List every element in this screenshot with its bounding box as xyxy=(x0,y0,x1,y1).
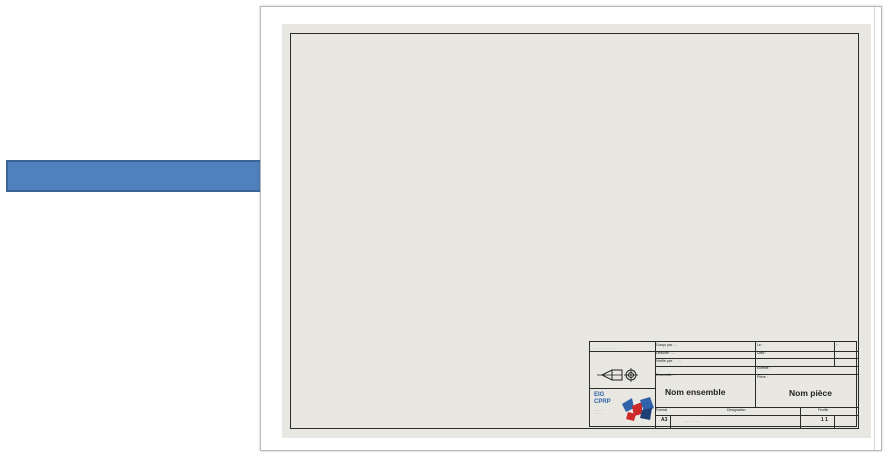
assembly-name[interactable]: Nom ensemble xyxy=(665,388,725,397)
header-text: ··· ······ ·········· · · xyxy=(592,346,619,350)
date-top-label: Le : xyxy=(757,343,763,347)
sheet-value: 1 1 xyxy=(821,417,828,423)
designer-field-label: Conçu par : xyxy=(656,343,675,347)
part-field-label: Pièce : xyxy=(757,375,768,379)
format-value: A3 xyxy=(661,417,668,423)
checker-field-label: Vérifié par : xyxy=(656,359,674,363)
assembly-field-label: Ensemble : xyxy=(656,373,674,377)
logo-line-2: CPRP xyxy=(594,399,611,405)
logo-line-1: EIG xyxy=(594,392,605,398)
part-name[interactable]: Nom pièce xyxy=(789,389,832,398)
designation-value: ······· ········ xyxy=(684,419,702,423)
checker-field-value: ... xyxy=(678,359,681,363)
logo-caption: ·· ····· · ···· · ·· xyxy=(594,408,605,415)
corner-mark-a: ▫ · xyxy=(836,343,840,347)
screenshot-stage: ··· ······ ·········· · · Conçu par : ..… xyxy=(0,0,886,453)
sheet-margin xyxy=(874,7,881,450)
drafter-field-label: Dessiné : xyxy=(656,351,671,355)
sheet-label: Feuille xyxy=(818,408,829,412)
projection-symbol-icon xyxy=(597,368,638,382)
scale-label: Échelle : xyxy=(757,366,771,370)
date-label: Date : xyxy=(757,351,767,355)
company-logo: EIG CPRP ·· ····· · ···· · ·· xyxy=(592,388,658,424)
logo-mark-icon xyxy=(622,397,654,421)
designation-label: Désignation xyxy=(727,408,746,412)
drafter-field-value: ... xyxy=(672,351,675,355)
corner-mark-b: · · xyxy=(836,356,840,360)
designer-field-value: ... xyxy=(674,343,677,347)
